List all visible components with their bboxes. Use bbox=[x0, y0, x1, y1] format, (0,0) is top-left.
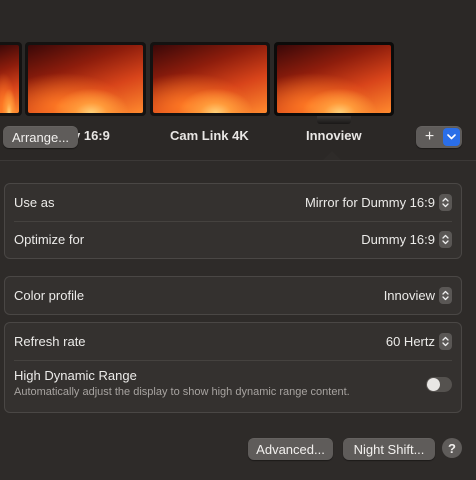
wallpaper-preview bbox=[28, 45, 143, 113]
hdr-label: High Dynamic Range bbox=[14, 368, 137, 383]
refresh-rate-value: 60 Hertz bbox=[385, 334, 435, 349]
wallpaper-preview bbox=[153, 45, 267, 113]
plus-icon: + bbox=[424, 128, 435, 145]
popup-stepper-icon bbox=[439, 333, 452, 350]
display-settings-panel: Use as Mirror for Dummy 16:9 Optimize fo… bbox=[0, 160, 476, 480]
popup-stepper-icon bbox=[439, 287, 452, 304]
use-as-row: Use as Mirror for Dummy 16:9 bbox=[5, 184, 461, 221]
chevron-down-icon[interactable] bbox=[443, 128, 460, 146]
wallpaper-preview bbox=[0, 45, 19, 113]
popup-stepper-icon bbox=[439, 194, 452, 211]
arrange-button[interactable]: Arrange... bbox=[3, 126, 78, 148]
display-thumb-partial[interactable] bbox=[0, 42, 22, 116]
hdr-row: High Dynamic Range Automatically adjust … bbox=[5, 360, 461, 412]
display-arrangement-strip: y 16:9 Cam Link 4K Innoview Arrange... + bbox=[0, 0, 476, 160]
use-as-value: Mirror for Dummy 16:9 bbox=[304, 195, 435, 210]
advanced-button[interactable]: Advanced... bbox=[248, 438, 333, 460]
color-profile-value: Innoview bbox=[383, 288, 435, 303]
optimize-for-popup[interactable]: Dummy 16:9 bbox=[361, 231, 452, 248]
color-profile-label: Color profile bbox=[14, 288, 85, 303]
use-as-popup[interactable]: Mirror for Dummy 16:9 bbox=[305, 194, 452, 211]
refresh-rate-popup[interactable]: 60 Hertz bbox=[386, 333, 452, 350]
color-profile-row: Color profile Innoview bbox=[5, 277, 461, 314]
toggle-knob bbox=[427, 378, 440, 391]
refresh-group: Refresh rate 60 Hertz High Dynamic Range… bbox=[4, 322, 462, 413]
help-button[interactable]: ? bbox=[442, 438, 462, 458]
use-as-label: Use as bbox=[14, 195, 55, 210]
display-label-dummy: y 16:9 bbox=[73, 128, 110, 143]
add-display-button[interactable]: + bbox=[416, 126, 462, 148]
usage-group: Use as Mirror for Dummy 16:9 Optimize fo… bbox=[4, 183, 462, 259]
color-profile-popup[interactable]: Innoview bbox=[384, 287, 452, 304]
wallpaper-preview bbox=[277, 45, 391, 113]
hdr-toggle[interactable] bbox=[426, 377, 452, 392]
display-label-innoview: Innoview bbox=[306, 128, 362, 143]
display-stand bbox=[317, 116, 351, 124]
hdr-description: Automatically adjust the display to show… bbox=[14, 386, 350, 398]
optimize-for-row: Optimize for Dummy 16:9 bbox=[5, 221, 461, 258]
display-thumb-dummy[interactable] bbox=[25, 42, 146, 116]
display-label-cam-link: Cam Link 4K bbox=[170, 128, 249, 143]
optimize-for-label: Optimize for bbox=[14, 232, 85, 247]
optimize-for-value: Dummy 16:9 bbox=[361, 232, 435, 247]
refresh-rate-row: Refresh rate 60 Hertz bbox=[5, 323, 461, 360]
display-thumb-innoview[interactable] bbox=[274, 42, 394, 124]
hdr-text: High Dynamic Range Automatically adjust … bbox=[14, 368, 350, 398]
refresh-rate-label: Refresh rate bbox=[14, 334, 86, 349]
selected-display-indicator bbox=[323, 151, 341, 160]
displays-settings-window: y 16:9 Cam Link 4K Innoview Arrange... +… bbox=[0, 0, 476, 480]
popup-stepper-icon bbox=[439, 231, 452, 248]
color-group: Color profile Innoview bbox=[4, 276, 462, 315]
night-shift-button[interactable]: Night Shift... bbox=[343, 438, 435, 460]
display-thumb-cam-link[interactable] bbox=[150, 42, 270, 116]
